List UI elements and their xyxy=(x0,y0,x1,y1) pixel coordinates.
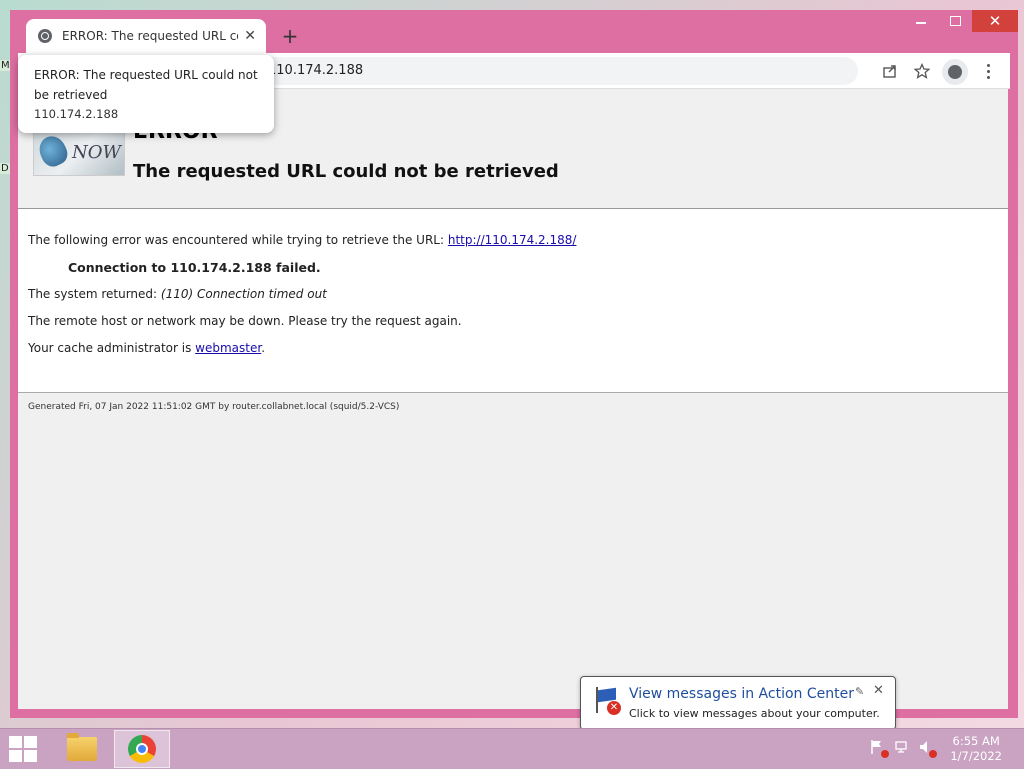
folder-icon xyxy=(67,733,97,761)
tab-close-icon[interactable]: ✕ xyxy=(244,28,256,44)
squid-logo: NOW xyxy=(33,129,125,176)
taskbar-chrome[interactable] xyxy=(114,730,170,768)
remote-message: The remote host or network may be down. … xyxy=(28,314,462,328)
tab-title: ERROR: The requested URL could not be re… xyxy=(62,29,238,43)
intro-line: The following error was encountered whil… xyxy=(28,233,576,247)
system-clock[interactable]: 6:55 AM 1/7/2022 xyxy=(950,734,1002,764)
admin-label: Your cache administrator is xyxy=(28,341,196,355)
clock-date: 1/7/2022 xyxy=(950,749,1002,763)
failure-message: Connection to 110.174.2.188 failed. xyxy=(68,260,321,275)
squid-icon xyxy=(34,131,72,171)
minimize-icon xyxy=(916,22,926,24)
clock-time: 6:55 AM xyxy=(952,734,1000,748)
minimize-button[interactable] xyxy=(904,10,938,32)
intro-text: The following error was encountered whil… xyxy=(28,233,448,247)
pin-icon[interactable]: ✎ xyxy=(855,685,864,698)
notification-title[interactable]: View messages in Action Center xyxy=(629,686,854,702)
admin-line: Your cache administrator is webmaster. xyxy=(28,341,265,355)
tooltip-url: 110.174.2.188 xyxy=(34,107,119,121)
notification-close-button[interactable]: ✕ xyxy=(873,683,884,698)
volume-muted-icon[interactable] xyxy=(918,739,937,758)
maximize-icon xyxy=(949,16,961,26)
window-controls: ✕ xyxy=(904,10,1018,32)
tab-tooltip: ERROR: The requested URL could not be re… xyxy=(18,55,274,133)
taskbar: 6:55 AM 1/7/2022 xyxy=(0,728,1024,769)
error-subheading: The requested URL could not be retrieved xyxy=(133,161,559,182)
start-button[interactable] xyxy=(6,735,40,763)
retrieved-url-link[interactable]: http://110.174.2.188/ xyxy=(448,233,577,247)
taskbar-file-explorer[interactable] xyxy=(54,730,110,768)
page-content: NOW ERROR The requested URL could not be… xyxy=(18,89,1008,709)
chrome-icon xyxy=(128,735,156,763)
action-center-notification[interactable]: ✕ View messages in Action Center Click t… xyxy=(580,676,896,743)
maximize-button[interactable] xyxy=(938,10,972,32)
divider xyxy=(18,392,1008,393)
error-details: The following error was encountered whil… xyxy=(18,209,1008,393)
windows-logo-icon xyxy=(9,736,22,748)
browser-tab[interactable]: ERROR: The requested URL could not be re… xyxy=(26,19,266,53)
generated-footer: Generated Fri, 07 Jan 2022 11:51:02 GMT … xyxy=(28,402,400,412)
new-tab-button[interactable]: + xyxy=(278,24,302,48)
tooltip-title: ERROR: The requested URL could not be re… xyxy=(34,68,258,102)
system-message: (110) Connection timed out xyxy=(160,287,327,301)
kebab-menu-icon[interactable] xyxy=(976,59,1000,83)
toolbar-actions xyxy=(878,59,1000,85)
network-icon[interactable] xyxy=(894,739,910,755)
close-window-button[interactable]: ✕ xyxy=(972,10,1018,32)
notification-subtitle: Click to view messages about your comput… xyxy=(629,707,880,720)
star-icon[interactable] xyxy=(910,59,934,83)
address-bar[interactable]: 110.174.2.188 xyxy=(238,57,858,85)
system-label: The system returned: xyxy=(28,287,161,301)
action-center-tray-icon[interactable] xyxy=(870,739,889,758)
globe-icon xyxy=(38,29,52,43)
system-line: The system returned: (110) Connection ti… xyxy=(28,287,327,301)
profile-icon[interactable] xyxy=(942,59,968,85)
avatar xyxy=(948,65,962,79)
logo-text: NOW xyxy=(72,142,122,163)
webmaster-link[interactable]: webmaster xyxy=(195,341,261,355)
share-icon[interactable] xyxy=(878,59,902,83)
admin-suffix: . xyxy=(261,341,266,355)
system-tray xyxy=(870,739,937,758)
desktop-icon-label: D xyxy=(0,163,10,174)
action-center-flag-icon: ✕ xyxy=(593,687,621,715)
